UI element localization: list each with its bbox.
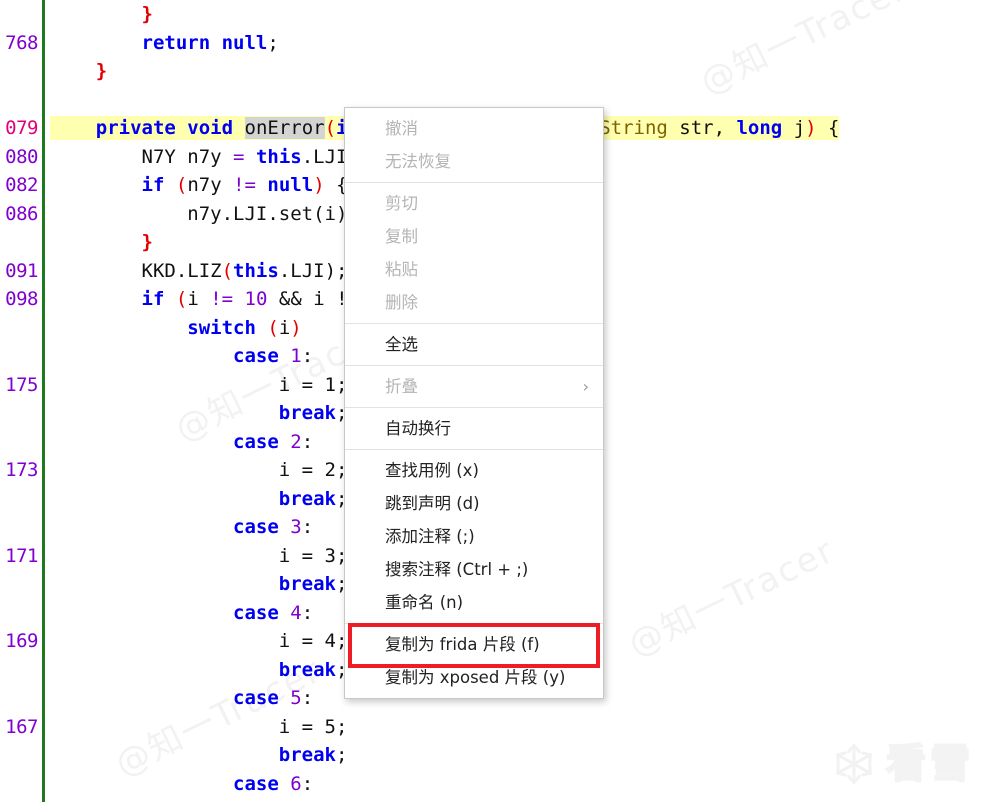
menu-item-cut: 剪切 (345, 187, 603, 220)
line-number: 086 (5, 202, 38, 225)
menu-separator (345, 623, 603, 624)
line-number: 175 (5, 373, 38, 396)
code-line[interactable]: break; (0, 741, 990, 770)
line-number: 080 (5, 145, 38, 168)
menu-item-select-all[interactable]: 全选 (345, 328, 603, 361)
code-line[interactable]: case 6: (0, 770, 990, 799)
code-text[interactable]: i = 4; (50, 627, 348, 656)
line-number: 768 (5, 31, 38, 54)
menu-item-label: 撤消 (385, 119, 418, 138)
line-number: 165 (0, 798, 40, 802)
menu-item-goto-declaration[interactable]: 跳到声明 (d) (345, 487, 603, 520)
menu-item-word-wrap[interactable]: 自动换行 (345, 412, 603, 445)
code-line[interactable]: 167 i = 5; (0, 713, 990, 742)
menu-item-label: 剪切 (385, 194, 418, 213)
menu-item-label: 粘贴 (385, 260, 418, 279)
code-line[interactable]: } (0, 57, 990, 86)
code-text[interactable]: i = 3; (50, 542, 348, 571)
menu-item-delete: 删除 (345, 286, 603, 319)
code-text[interactable]: i = 1; (50, 371, 348, 400)
line-number: 171 (5, 544, 38, 567)
menu-separator (345, 407, 603, 408)
code-text[interactable]: } (50, 228, 153, 257)
menu-item-copy-as-xposed-snippet[interactable]: 复制为 xposed 片段 (y) (345, 661, 603, 694)
code-text[interactable]: i = 6; (50, 798, 348, 802)
menu-item-label: 查找用例 (x) (385, 461, 479, 480)
context-menu[interactable]: 撤消无法恢复剪切复制粘贴删除全选折叠 › 自动换行查找用例 (x) 跳到声明 (d) 添… (344, 107, 604, 699)
menu-item-label: 删除 (385, 293, 418, 312)
menu-item-label: 折叠 (385, 377, 418, 396)
code-text[interactable]: n7y.LJI.set(i); (50, 200, 359, 229)
code-text[interactable]: case 6: (50, 770, 313, 799)
menu-item-label: 重命名 (n) (385, 593, 464, 612)
menu-item-fold: 折叠 › (345, 370, 603, 403)
code-text[interactable]: if (n7y != null) { (50, 171, 348, 200)
code-text[interactable]: if (i != 10 && i != (50, 285, 370, 314)
line-number: 169 (5, 630, 38, 652)
menu-item-find-usages[interactable]: 查找用例 (x) (345, 454, 603, 487)
code-text[interactable]: break; (50, 399, 348, 428)
line-number: 079 (5, 117, 38, 139)
code-text[interactable]: } (50, 0, 153, 29)
code-text[interactable]: switch (i) (50, 314, 301, 343)
line-number: 167 (5, 715, 38, 738)
menu-item-copy-as-frida-snippet[interactable]: 复制为 frida 片段 (f) (345, 628, 603, 661)
code-text[interactable]: case 3: (50, 513, 313, 542)
menu-item-label: 跳到声明 (d) (385, 494, 480, 513)
menu-item-paste: 粘贴 (345, 253, 603, 286)
code-text[interactable]: i = 5; (50, 713, 348, 742)
code-text[interactable]: case 5: (50, 684, 313, 713)
menu-item-label: 复制为 xposed 片段 (y) (385, 668, 566, 687)
menu-item-copy: 复制 (345, 220, 603, 253)
menu-separator (345, 365, 603, 366)
menu-separator (345, 449, 603, 450)
menu-item-rename[interactable]: 重命名 (n) (345, 586, 603, 619)
code-text[interactable]: break; (50, 485, 348, 514)
code-text[interactable]: case 2: (50, 428, 313, 457)
menu-item-label: 无法恢复 (385, 152, 451, 171)
code-text[interactable]: return null; (50, 29, 279, 58)
menu-item-undo: 撤消 (345, 112, 603, 145)
code-text[interactable]: case 1: (50, 342, 313, 371)
code-text[interactable]: } (50, 57, 107, 86)
menu-item-label: 搜索注释 (Ctrl + ;) (385, 560, 529, 579)
screen-root: @知一Tracer @知一Tracer @知一Tracer @知一Tracer … (0, 0, 990, 802)
code-text[interactable]: break; (50, 570, 348, 599)
menu-separator (345, 182, 603, 183)
code-line[interactable]: } (0, 0, 990, 29)
line-number: 082 (5, 174, 38, 196)
menu-separator (345, 323, 603, 324)
menu-item-add-comment[interactable]: 添加注释 (;) (345, 520, 603, 553)
code-text[interactable]: i = 2; (50, 456, 348, 485)
line-number: 091 (5, 259, 38, 282)
code-text[interactable]: break; (50, 741, 348, 770)
line-number: 098 (5, 288, 38, 310)
menu-item-label: 添加注释 (;) (385, 527, 475, 546)
menu-item-cannot-redo: 无法恢复 (345, 145, 603, 178)
line-number: 173 (5, 459, 38, 481)
menu-item-label: 复制为 frida 片段 (f) (385, 635, 540, 654)
menu-item-label: 全选 (385, 335, 418, 354)
menu-item-search-comment[interactable]: 搜索注释 (Ctrl + ;) (345, 553, 603, 586)
code-text[interactable]: case 4: (50, 599, 313, 628)
code-text[interactable]: break; (50, 656, 348, 685)
code-line[interactable]: 768 return null; (0, 29, 990, 58)
menu-item-label: 复制 (385, 227, 418, 246)
menu-item-label: 自动换行 (385, 419, 451, 438)
code-line[interactable]: 165 i = 6; (0, 798, 990, 802)
code-text[interactable]: KKD.LIZ(this.LJI); (50, 257, 348, 286)
chevron-right-icon: › (582, 377, 589, 396)
code-text[interactable]: N7Y n7y = this.LJI; (50, 143, 359, 172)
